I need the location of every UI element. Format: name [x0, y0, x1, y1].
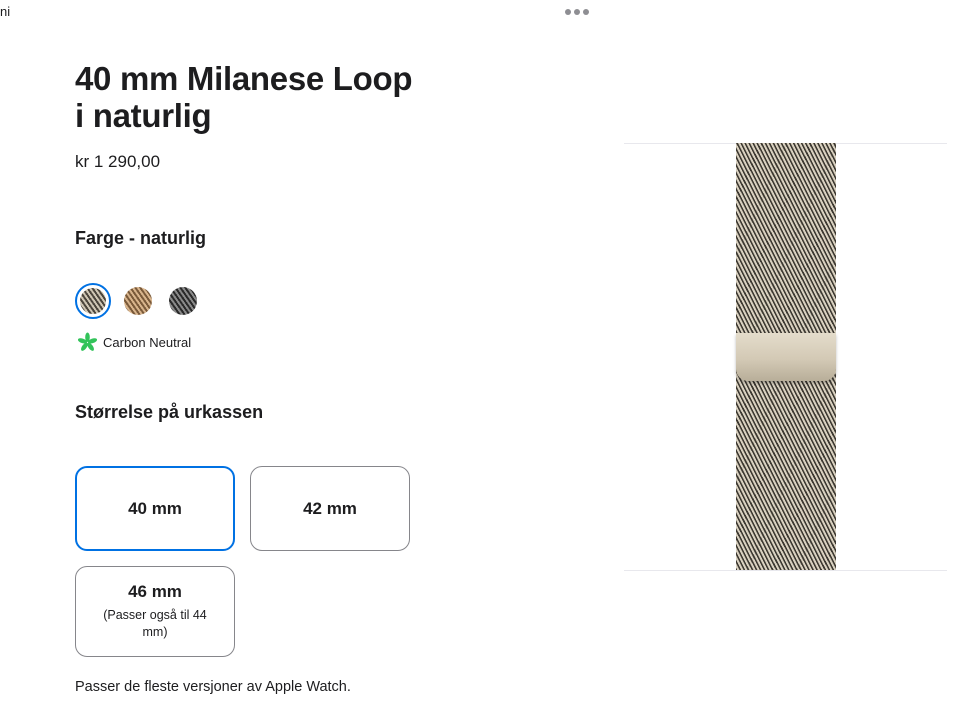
swatch-slate[interactable]: [165, 283, 201, 319]
product-title-line2: i naturlig: [75, 97, 212, 134]
leaf-icon: [77, 332, 98, 351]
carbon-neutral-badge: Carbon Neutral: [77, 332, 191, 353]
edge-text-fragment: ni: [0, 4, 11, 19]
size-option-42mm[interactable]: 42 mm: [250, 466, 410, 551]
dot: [574, 9, 580, 15]
size-heading: Størrelse på urkassen: [75, 402, 264, 422]
dot: [583, 9, 589, 15]
swatch-fill: [169, 287, 197, 315]
swatch-naturlig[interactable]: [75, 283, 111, 319]
swatch-gold[interactable]: [120, 283, 156, 319]
product-image: [624, 143, 947, 571]
magnetic-clasp: [736, 333, 836, 381]
product-price: kr 1 290,00: [75, 152, 161, 171]
carbon-neutral-label: Carbon Neutral: [103, 335, 192, 350]
swatch-fill: [80, 288, 106, 314]
size-option-40mm[interactable]: 40 mm: [75, 466, 235, 551]
swatch-fill: [124, 287, 152, 315]
product-title: 40 mm Milanese Loop i naturlig: [75, 60, 435, 134]
product-title-line1: 40 mm Milanese Loop: [75, 60, 413, 97]
size-option-46mm[interactable]: 46 mm (Passer også til 44 mm): [75, 566, 235, 657]
dot: [565, 9, 571, 15]
size-option-note: (Passer også til 44 mm): [103, 608, 207, 639]
size-option-label: 42 mm: [303, 498, 357, 518]
size-option-label: 40 mm: [128, 498, 182, 518]
size-option-label: 46 mm: [128, 582, 182, 601]
compatibility-text: Passer de fleste versjoner av Apple Watc…: [75, 679, 351, 695]
image-bottom-divider: [624, 570, 947, 571]
color-heading: Farge - naturlig: [75, 228, 207, 248]
more-options-icon[interactable]: [565, 9, 589, 15]
